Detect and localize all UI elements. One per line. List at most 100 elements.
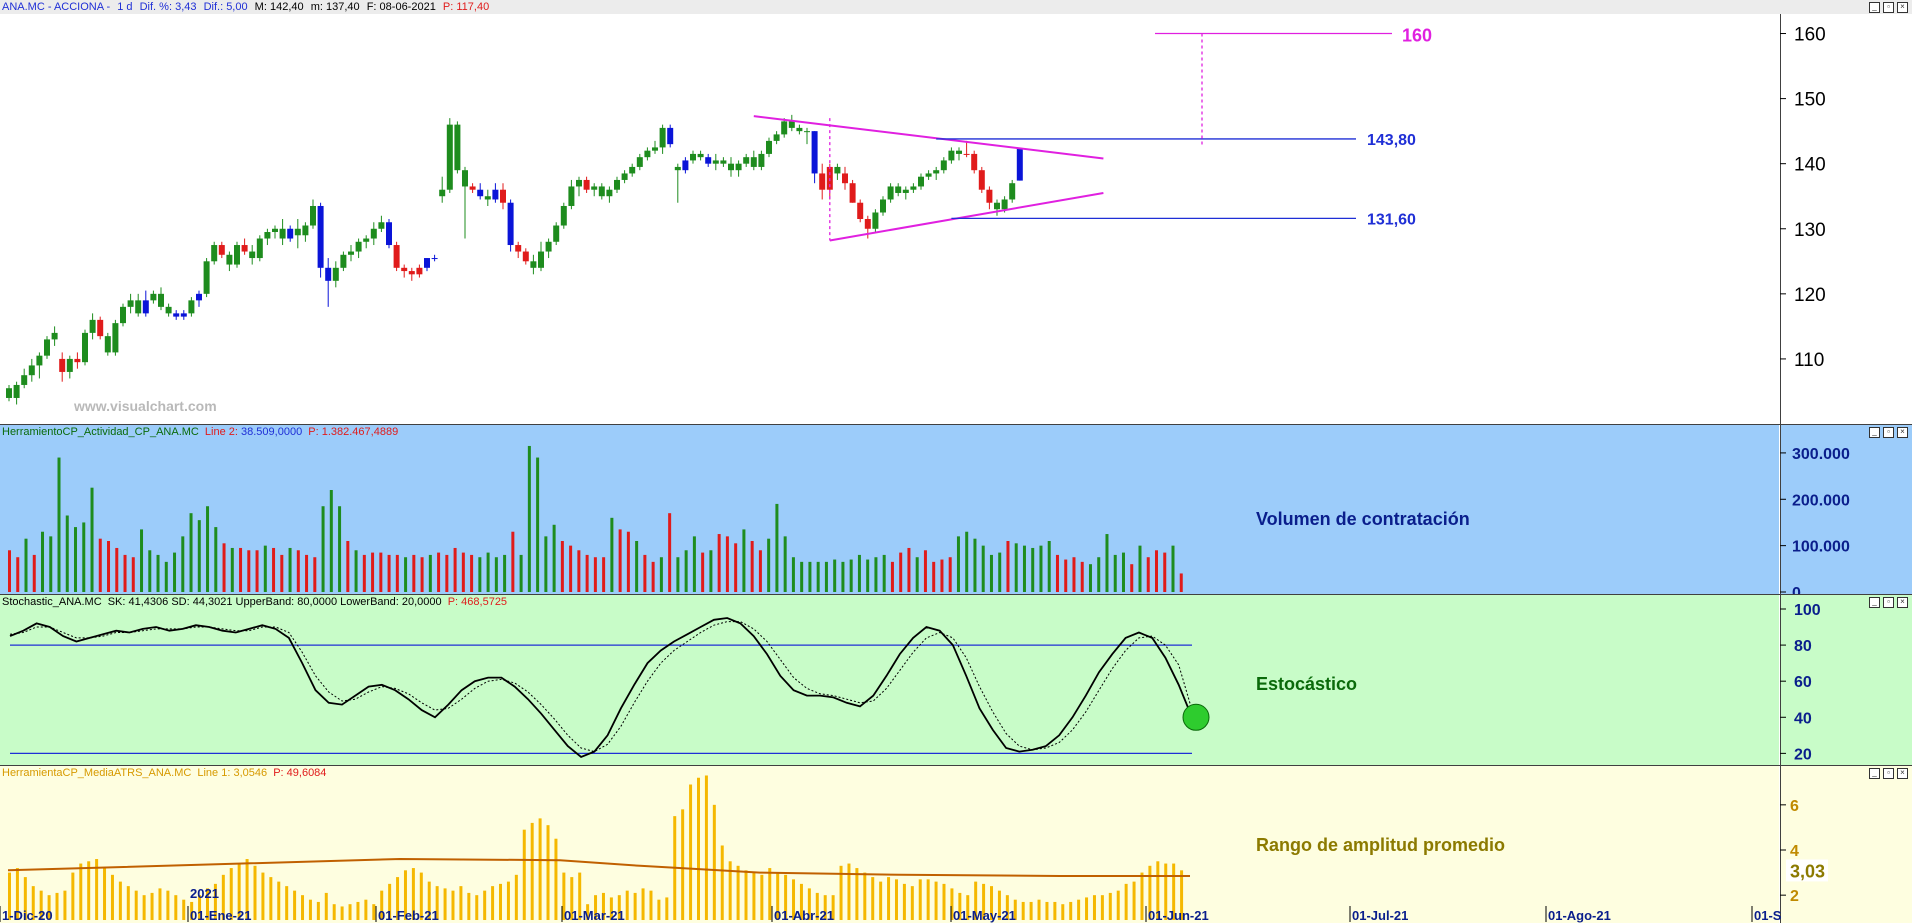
restore-icon[interactable]: ▫ [1883, 768, 1894, 779]
atr-bar [126, 886, 130, 920]
close-icon[interactable]: × [1897, 768, 1908, 779]
volume-bar [577, 550, 581, 592]
atr-y-tick-label: 2 [1790, 888, 1799, 905]
stochastic-signal-marker [1182, 703, 1210, 731]
price-candle-body [13, 384, 20, 398]
resistance-label: 143,80 [1367, 132, 1416, 149]
volume-bar [131, 557, 135, 592]
price-candle-body [66, 358, 73, 372]
price-candle-body [500, 189, 506, 203]
price-y-tick-label: 120 [1794, 285, 1826, 306]
atr-bar [712, 804, 716, 920]
close-icon[interactable]: × [1897, 597, 1908, 608]
atr-bar [1085, 897, 1089, 920]
close-icon[interactable]: × [1897, 427, 1908, 438]
volume-bar [527, 445, 531, 592]
price-candle-body [234, 245, 240, 265]
atr-line-value: 3,0546 [233, 767, 268, 779]
volume-bar [932, 561, 936, 592]
atr-bar [578, 872, 582, 920]
price-candle-body [872, 212, 879, 229]
price-candle-body [697, 153, 704, 158]
atr-bar [491, 886, 495, 920]
volume-bar [8, 550, 11, 592]
price-candle-body [583, 179, 590, 190]
volume-bar [882, 554, 886, 592]
volume-bar [123, 554, 127, 592]
price-candle-body [857, 202, 864, 219]
atr-bar [1061, 904, 1065, 920]
atr-bar [245, 859, 249, 920]
atr-bar [625, 890, 629, 920]
volume-bar [816, 561, 820, 592]
atr-bar [467, 892, 471, 920]
volume-bar [404, 557, 408, 592]
price-candle-body [127, 300, 134, 307]
minimize-icon[interactable]: _ [1869, 427, 1880, 438]
atr-bar [269, 877, 273, 920]
price-candle-body [89, 319, 96, 333]
price-candle-body [644, 150, 651, 158]
atr-bar [277, 881, 281, 920]
atr-bar [1013, 899, 1017, 920]
price-candle-body [477, 189, 484, 197]
volume-bar [1113, 554, 1117, 592]
volume-bar [24, 538, 28, 592]
atr-bar [435, 886, 439, 920]
minimize-icon[interactable]: _ [1869, 768, 1880, 779]
price-candle-body [728, 163, 734, 171]
price-candle-body [82, 332, 88, 363]
atr-bar [704, 775, 708, 920]
atr-bar [71, 872, 75, 920]
atr-bar [902, 883, 906, 920]
volume-bar [16, 557, 20, 592]
price-y-tick-label: 110 [1794, 350, 1824, 371]
price-candle-body [902, 189, 909, 193]
target-label: 160 [1402, 26, 1432, 46]
stochastic-y-tick-label: 80 [1794, 638, 1812, 655]
volume-bar [1146, 557, 1150, 592]
volume-bar [338, 506, 342, 592]
atr-bar [1077, 899, 1081, 920]
price-candle-body [1009, 183, 1016, 200]
volume-bar [478, 557, 482, 592]
atr-bar [205, 888, 209, 920]
volume-bar [272, 547, 276, 592]
minimize-icon[interactable]: _ [1869, 597, 1880, 608]
stochastic-panel: 20 40 60 80 100 Stochastic_ANA.MC SK: 41,430… [0, 594, 1912, 766]
price-candle-body [819, 173, 826, 190]
atr-bar [792, 879, 796, 920]
volume-bar [758, 550, 762, 592]
volume-bar [841, 561, 845, 592]
price-candle-body [940, 160, 947, 171]
volume-bar [379, 552, 383, 592]
stochastic-y-tick-label: 60 [1794, 674, 1812, 691]
volume-bar [247, 550, 251, 592]
price-candle-body [864, 219, 871, 229]
volume-bar [49, 536, 53, 592]
volume-bar [321, 506, 325, 592]
price-candle-body [880, 199, 886, 213]
volume-bar [1097, 557, 1101, 592]
atr-bar [63, 890, 67, 920]
price-candle-body [545, 241, 552, 252]
price-y-tick-label: 150 [1794, 90, 1826, 111]
volume-bar [750, 541, 754, 592]
price-candle-body [120, 306, 126, 324]
price-candle-body [104, 336, 111, 353]
atr-bar [55, 892, 59, 920]
volume-bar [206, 506, 210, 592]
restore-icon[interactable]: ▫ [1883, 427, 1894, 438]
atr-bar [499, 883, 503, 920]
atr-bar [1148, 865, 1152, 920]
price-candle-body [431, 258, 438, 260]
price-y-tick-label: 160 [1794, 25, 1826, 46]
volume-bar [973, 538, 977, 592]
atr-bar [554, 838, 558, 920]
price-candle-body [484, 196, 491, 200]
restore-icon[interactable]: ▫ [1883, 597, 1894, 608]
price-candle-body [918, 176, 924, 187]
price-candle-body [142, 300, 149, 314]
price-candle-body [811, 131, 818, 174]
volume-bar [420, 557, 424, 592]
